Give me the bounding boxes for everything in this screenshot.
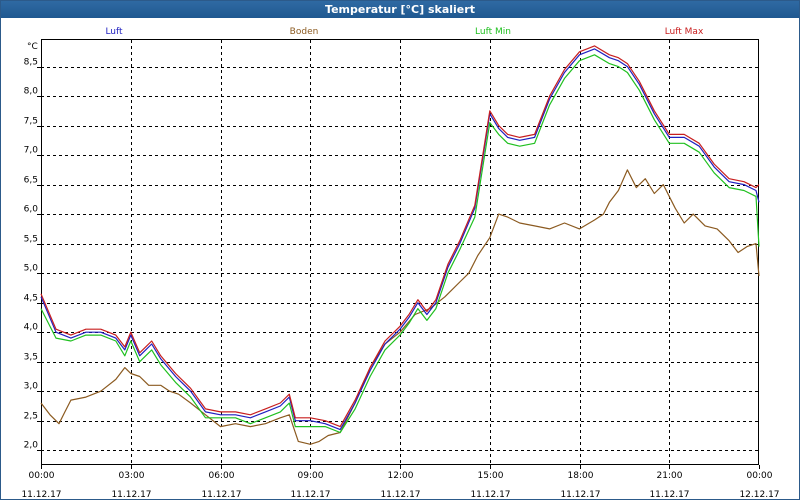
y-tick-label: 8,0	[24, 87, 39, 97]
legend-entry: Luft	[105, 27, 123, 37]
y-tick-label: 4,5	[24, 294, 38, 304]
window-title: Temperatur [°C] skaliert	[1, 1, 799, 18]
y-tick-label: 5,0	[24, 264, 39, 274]
y-tick-label: 3,5	[24, 353, 38, 363]
y-tick-label: 7,5	[24, 117, 38, 127]
x-tick-date: 11.12.17	[21, 490, 61, 499]
y-unit-label: °C	[27, 42, 38, 52]
x-tick-time: 18:00	[568, 471, 594, 481]
legend-entry: Luft Min	[475, 27, 511, 37]
x-tick-time: 21:00	[657, 471, 683, 481]
y-tick-label: 3,0	[24, 382, 39, 392]
x-tick-time: 09:00	[298, 471, 324, 481]
x-tick-date: 11.12.17	[470, 490, 510, 499]
x-tick-time: 15:00	[478, 471, 504, 481]
x-tick-time: 12:00	[388, 471, 414, 481]
y-tick-label: 2,5	[24, 412, 38, 422]
y-tick-label: 2,0	[24, 441, 39, 451]
x-tick-date: 12.12.17	[739, 490, 779, 499]
x-tick-date: 11.12.17	[290, 490, 330, 499]
y-tick-label: 7,0	[24, 146, 39, 156]
x-tick-date: 11.12.17	[649, 490, 689, 499]
temperature-chart: Luft Boden Luft Min Luft Max °C 2,0 2,5 3,0 3,…	[21, 27, 780, 499]
x-tick-time: 06:00	[209, 471, 235, 481]
x-tick-time: 00:00	[747, 471, 773, 481]
y-tick-label: 8,5	[24, 58, 38, 68]
y-tick-label: 4,0	[24, 323, 39, 333]
y-tick-label: 5,5	[24, 235, 38, 245]
x-tick-date: 11.12.17	[111, 490, 151, 499]
chart-window: Temperatur [°C] skaliert Luft Boden Luft M…	[0, 0, 800, 500]
y-tick-label: 6,0	[24, 205, 39, 215]
legend: Luft Boden Luft Min Luft Max	[105, 27, 704, 37]
series-line-luft-max	[40, 45, 760, 428]
y-tick-label: 6,5	[24, 176, 38, 186]
x-axis-ticks: 00:00 11.12.17 03:00 11.12.17 06:00 11.12.17 0…	[21, 465, 780, 499]
x-tick-date: 11.12.17	[380, 490, 420, 499]
legend-entry: Boden	[290, 27, 319, 37]
y-axis-ticks: 2,0 2,5 3,0 3,5 4,0 4,5 5,0 5,5 6,0 6,5 7,0 7,5 8,0 8…	[24, 58, 41, 451]
x-tick-time: 00:00	[29, 471, 55, 481]
x-tick-time: 03:00	[119, 471, 145, 481]
x-tick-date: 11.12.17	[201, 490, 241, 499]
legend-entry: Luft Max	[665, 27, 704, 37]
series-line-luft-min	[40, 54, 760, 434]
series-line-boden	[40, 169, 760, 445]
x-tick-date: 11.12.17	[560, 490, 600, 499]
